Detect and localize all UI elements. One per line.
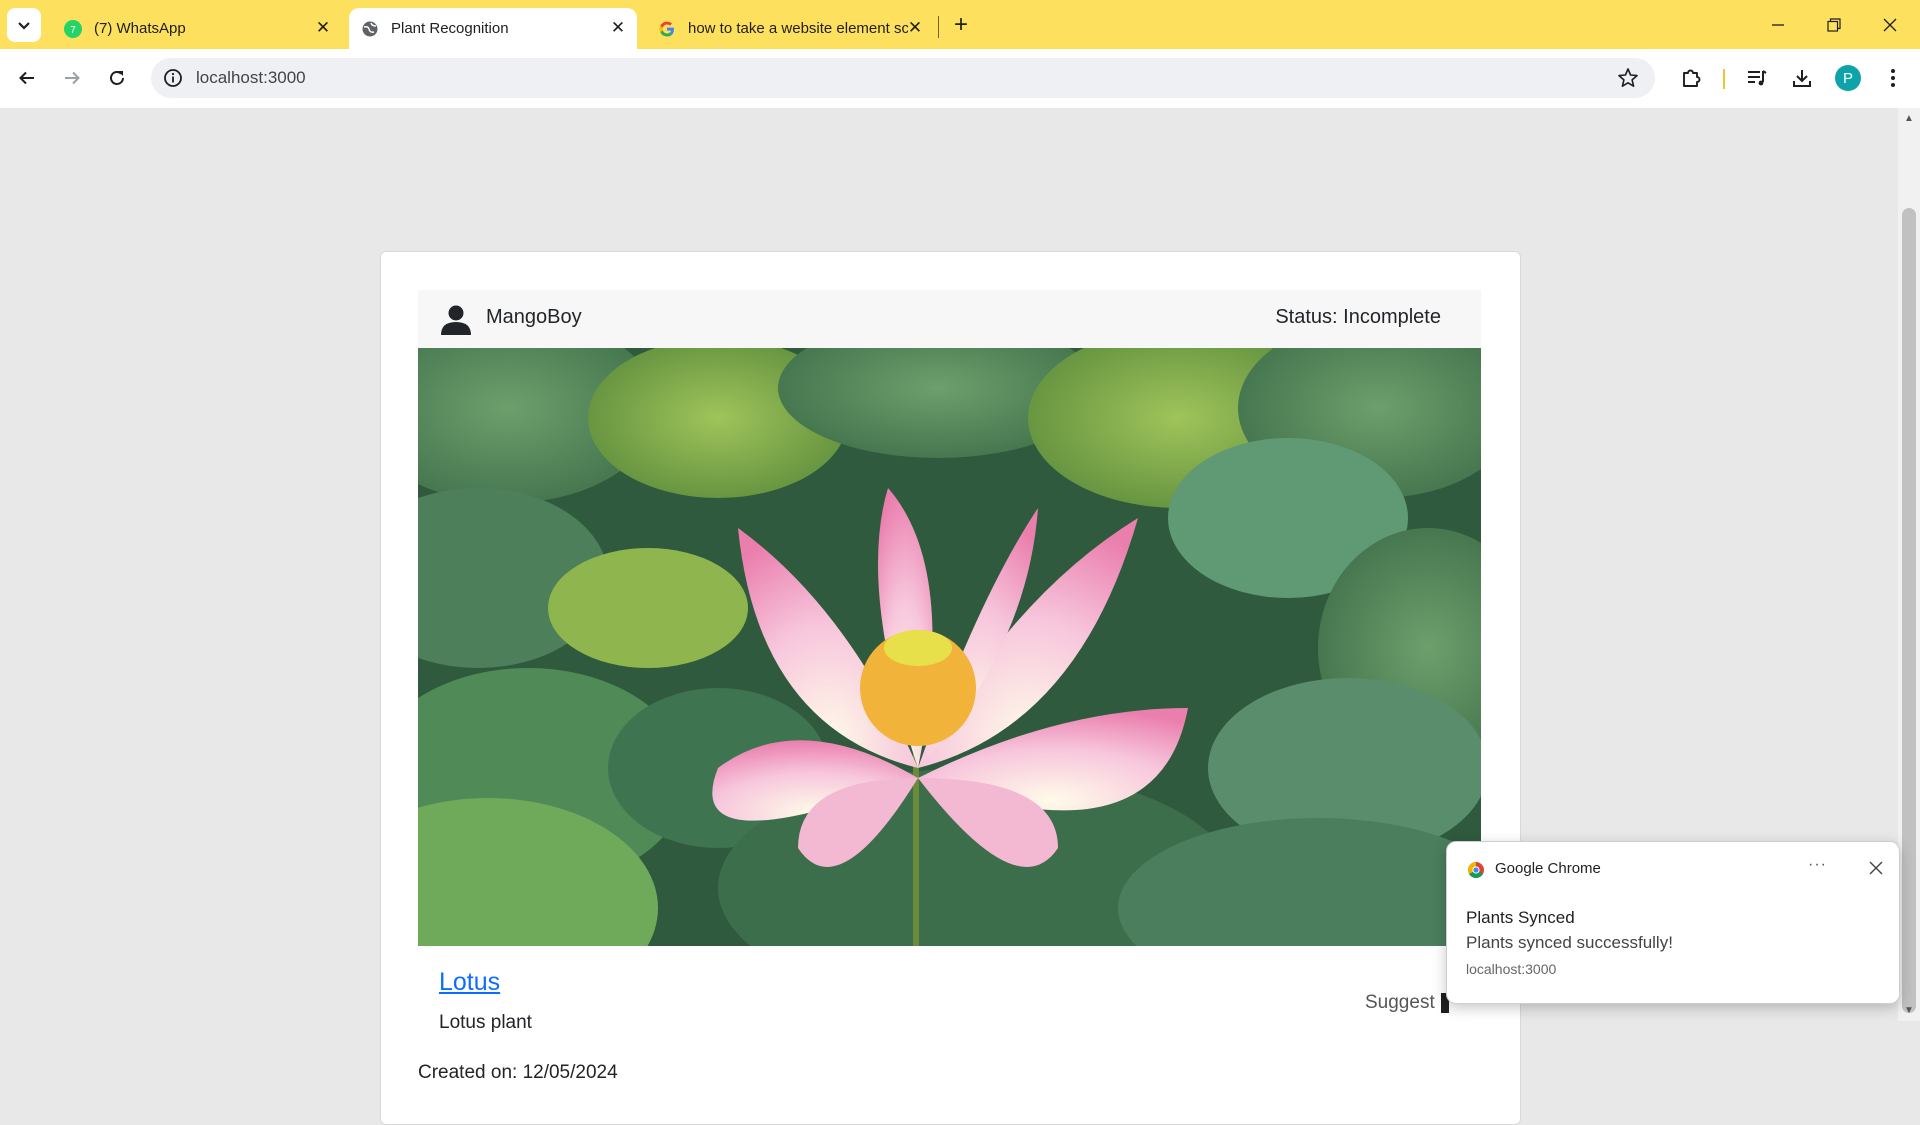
svg-text:7: 7 xyxy=(70,25,76,35)
notification-title: Plants Synced xyxy=(1466,908,1575,927)
plant-post-card: MangoBoy Status: Incomplete Lotus Lotus … xyxy=(380,251,1521,1125)
page-scrollbar[interactable]: ▲ ▼ xyxy=(1898,108,1920,1021)
username[interactable]: MangoBoy xyxy=(486,306,582,329)
back-button[interactable] xyxy=(12,63,42,93)
google-icon xyxy=(658,20,676,38)
whatsapp-icon: 7 xyxy=(64,19,82,38)
close-icon xyxy=(1883,18,1897,31)
media-controls-button[interactable] xyxy=(1745,66,1769,90)
new-tab-button[interactable]: + xyxy=(948,12,974,38)
created-date: Created on: 12/05/2024 xyxy=(418,1062,618,1083)
restore-icon xyxy=(1827,17,1841,32)
plant-description: Lotus plant xyxy=(439,1012,532,1033)
scroll-up-arrow-icon[interactable]: ▲ xyxy=(1904,114,1914,124)
plant-name-link[interactable]: Lotus xyxy=(439,968,500,997)
chevron-down-icon xyxy=(18,22,30,30)
chrome-icon xyxy=(1468,862,1484,878)
arrow-right-icon xyxy=(65,71,80,85)
reload-icon xyxy=(110,71,124,85)
suggest-button[interactable]: Suggest xyxy=(1365,992,1435,1014)
media-queue-icon xyxy=(1748,70,1767,86)
browser-menu-button[interactable] xyxy=(1881,66,1905,90)
minimize-button[interactable] xyxy=(1750,0,1806,49)
scroll-down-arrow-icon[interactable]: ▼ xyxy=(1904,1006,1914,1016)
arrow-left-icon xyxy=(19,71,34,85)
status-text: Status: Incomplete xyxy=(1275,306,1441,328)
url-text: localhost:3000 xyxy=(196,68,306,87)
tab-title: Plant Recognition xyxy=(391,20,509,37)
tab-plant-recognition[interactable]: Plant Recognition ✕ xyxy=(349,8,637,49)
puzzle-icon xyxy=(1683,69,1701,87)
tab-title: (7) WhatsApp xyxy=(94,20,186,37)
plant-photo xyxy=(418,348,1481,946)
bookmark-star-icon[interactable] xyxy=(1617,67,1639,89)
minimize-icon xyxy=(1772,23,1784,26)
profile-avatar[interactable]: P xyxy=(1835,65,1861,91)
notification-origin: localhost:3000 xyxy=(1466,961,1557,977)
tab-title: how to take a website element sc xyxy=(688,20,908,37)
kebab-menu-icon xyxy=(1891,69,1895,87)
downloads-button[interactable] xyxy=(1790,66,1814,90)
scrollbar-thumb[interactable] xyxy=(1902,208,1916,1013)
forward-button[interactable] xyxy=(57,63,87,93)
notification-message: Plants synced successfully! xyxy=(1466,933,1673,952)
site-info-icon[interactable] xyxy=(163,68,183,88)
close-icon[interactable]: ✕ xyxy=(906,18,924,37)
close-icon[interactable]: ✕ xyxy=(609,18,627,37)
tab-search-button[interactable] xyxy=(7,8,41,42)
extensions-button[interactable] xyxy=(1679,66,1703,90)
close-window-button[interactable] xyxy=(1862,0,1918,49)
globe-icon xyxy=(361,20,379,38)
address-bar[interactable]: localhost:3000 xyxy=(151,58,1655,98)
user-icon xyxy=(441,305,471,335)
tab-google-search[interactable]: how to take a website element sc ✕ xyxy=(646,8,934,49)
restore-button[interactable] xyxy=(1806,0,1862,49)
close-icon[interactable] xyxy=(1867,859,1885,877)
tab-divider xyxy=(938,16,939,38)
close-icon[interactable]: ✕ xyxy=(314,18,332,37)
card-header: MangoBoy Status: Incomplete xyxy=(418,290,1481,349)
reload-button[interactable] xyxy=(102,63,132,93)
tab-whatsapp[interactable]: 7 (7) WhatsApp ✕ xyxy=(52,8,342,49)
chrome-notification[interactable]: Google Chrome ··· Plants Synced Plants s… xyxy=(1446,841,1900,1004)
notification-more-button[interactable]: ··· xyxy=(1808,856,1827,874)
download-icon xyxy=(1793,70,1811,87)
notification-app-name: Google Chrome xyxy=(1495,860,1601,877)
browser-toolbar: localhost:3000 P xyxy=(0,49,1920,108)
toolbar-divider xyxy=(1723,69,1725,89)
tab-strip: 7 (7) WhatsApp ✕ Plant Recognition ✕ how… xyxy=(0,0,1920,49)
